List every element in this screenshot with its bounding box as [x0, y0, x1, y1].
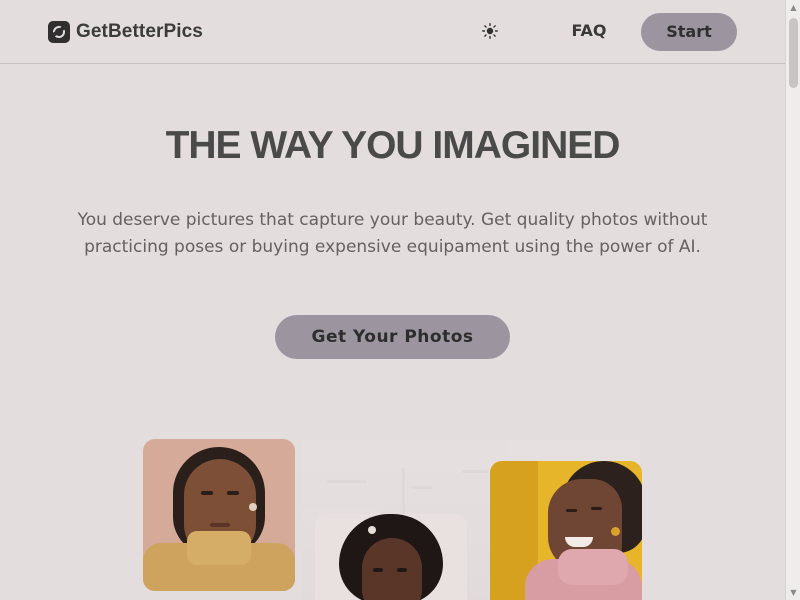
- site-header: GetBetterPics FAQ Start: [0, 0, 785, 64]
- hero-subtitle: You deserve pictures that capture your b…: [77, 210, 708, 257]
- landing-page: GetBetterPics FAQ Start THE WAY YOU IMAG: [0, 0, 785, 600]
- collar-shape: [187, 531, 251, 565]
- portrait-photo-1: [143, 439, 295, 591]
- eye-shape: [397, 568, 407, 572]
- start-button[interactable]: Start: [641, 13, 737, 51]
- earring-shape: [611, 527, 620, 536]
- collar-shape: [558, 549, 628, 585]
- brand-name: GetBetterPics: [76, 21, 203, 42]
- eye-shape: [591, 507, 602, 510]
- eye-shape: [566, 509, 577, 512]
- get-photos-button[interactable]: Get Your Photos: [275, 315, 510, 359]
- hero-title: THE WAY YOU IMAGINED: [165, 124, 621, 167]
- faq-link[interactable]: FAQ: [569, 19, 609, 43]
- decorative-line: [402, 468, 405, 518]
- scroll-down-arrow-icon[interactable]: ▼: [786, 585, 800, 600]
- scrollbar-thumb[interactable]: [789, 18, 798, 88]
- theme-toggle-button[interactable]: [480, 21, 500, 41]
- eye-shape: [373, 568, 383, 572]
- portrait-photo-2: [315, 514, 467, 600]
- mouth-shape: [210, 523, 230, 527]
- vertical-scrollbar[interactable]: ▲ ▼: [785, 0, 800, 600]
- decorative-line: [462, 470, 488, 473]
- eye-shape: [201, 491, 213, 495]
- brand-logo[interactable]: GetBetterPics: [48, 21, 203, 43]
- decorative-line: [327, 480, 367, 483]
- scroll-up-arrow-icon[interactable]: ▲: [786, 0, 800, 15]
- earring-shape: [249, 503, 257, 511]
- portrait-photo-3: [490, 461, 642, 600]
- hair-accessory-shape: [368, 526, 376, 534]
- sun-icon: [482, 23, 498, 39]
- logo-icon: [48, 21, 70, 43]
- decorative-line: [412, 486, 432, 489]
- face-shape: [362, 538, 422, 600]
- eye-shape: [227, 491, 239, 495]
